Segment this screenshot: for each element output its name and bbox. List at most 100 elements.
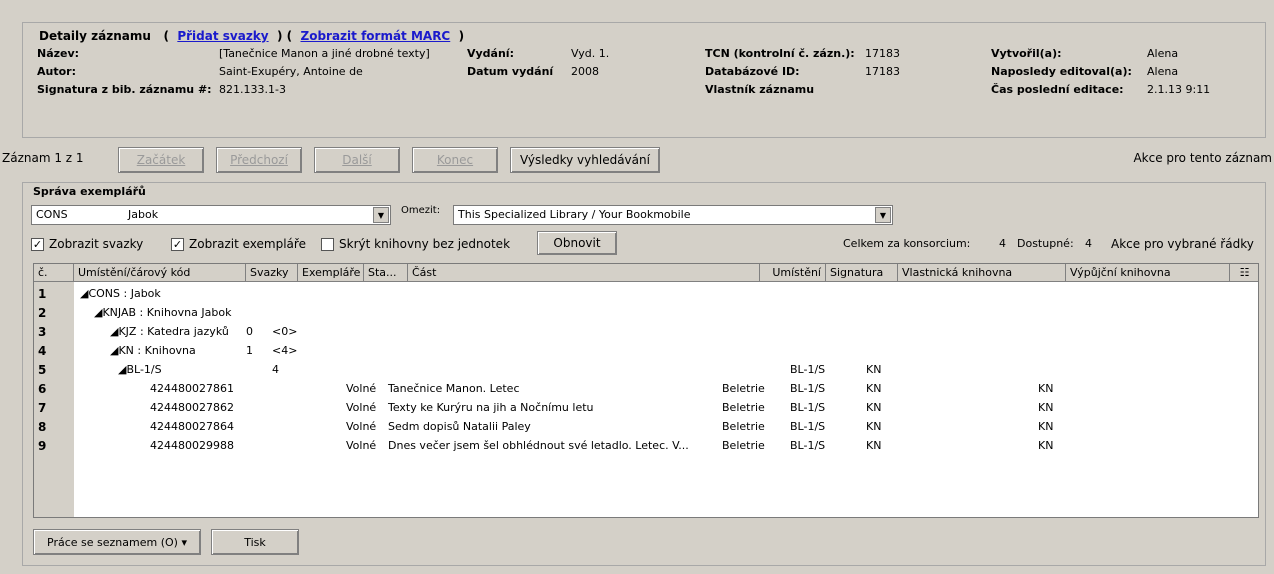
row-number: 1	[38, 287, 47, 301]
show-copies-label: Zobrazit exempláře	[189, 237, 306, 251]
hide-empty-libraries-label: Skrýt knihovny bez jednotek	[339, 237, 511, 251]
chevron-down-icon[interactable]: ▼	[373, 207, 389, 223]
row-location-barcode: ◢KJZ : Katedra jazyků	[110, 325, 229, 338]
org-unit-select[interactable]: CONS Jabok ▼	[31, 205, 391, 225]
col-header-location-barcode[interactable]: Umístění/čárový kód	[74, 264, 246, 282]
items-panel-title: Správa exemplářů	[33, 185, 146, 198]
row-callnumber: BL-1/S	[790, 363, 826, 376]
row-part: Tanečnice Manon. Letec	[388, 382, 520, 395]
details-header: Detaily záznamu ( Přidat svazky ) ( Zobr…	[39, 29, 465, 43]
start-button[interactable]: Začátek	[118, 147, 204, 173]
record-details-panel: Detaily záznamu ( Přidat svazky ) ( Zobr…	[22, 22, 1266, 138]
row-owning-library: KN	[866, 382, 882, 395]
col-header-owning-library[interactable]: Vlastnická knihovna	[898, 264, 1066, 282]
table-row[interactable]: 8 424480027864 Volné Sedm dopisů Natalii Pa…	[34, 417, 1258, 437]
record-count: Záznam 1 z 1	[2, 151, 84, 165]
table-row[interactable]: 5 ◢BL-1/S 4 BL-1/S KN	[34, 360, 1258, 380]
row-number: 4	[38, 344, 47, 358]
col-header-copies[interactable]: Exempláře	[298, 264, 364, 282]
col-header-callnumber[interactable]: Signatura	[826, 264, 898, 282]
table-row[interactable]: 6 424480027861 Volné Tanečnice Manon. Letec…	[34, 379, 1258, 399]
limit-select[interactable]: This Specialized Library / Your Bookmobi…	[453, 205, 893, 225]
row-circ-library: KN	[1038, 439, 1054, 452]
search-results-button[interactable]: Výsledky vyhledávání	[510, 147, 660, 173]
row-number: 9	[38, 439, 47, 453]
row-location-barcode: ◢KN : Knihovna	[110, 344, 196, 357]
refresh-button[interactable]: Obnovit	[537, 231, 617, 255]
print-button[interactable]: Tisk	[211, 529, 299, 555]
next-button[interactable]: Další	[314, 147, 400, 173]
row-location-barcode: 424480027861	[150, 382, 234, 395]
edition-label: Vydání:	[467, 47, 514, 60]
available-value: 4	[1085, 237, 1092, 250]
table-row[interactable]: 3 ◢KJZ : Katedra jazyků 0 <0>	[34, 322, 1258, 342]
pubdate-label: Datum vydání	[467, 65, 554, 78]
column-picker-icon[interactable]: ☷	[1230, 264, 1258, 282]
checkbox-unchecked-icon[interactable]	[321, 237, 334, 251]
edit-time-label: Čas poslední editace:	[991, 83, 1124, 96]
row-status: Volné	[346, 420, 377, 433]
show-copies-checkbox[interactable]: ✓ Zobrazit exempláře	[171, 237, 306, 251]
row-location-barcode: ◢CONS : Jabok	[80, 287, 161, 300]
end-button[interactable]: Konec	[412, 147, 498, 173]
row-callnumber: BL-1/S	[790, 420, 826, 433]
row-volumes: 1	[246, 344, 253, 357]
row-part: Texty ke Kurýru na jih a Nočnímu letu	[388, 401, 594, 414]
row-owning-library: KN	[866, 420, 882, 433]
show-volumes-checkbox[interactable]: ✓ Zobrazit svazky	[31, 237, 143, 251]
row-location-barcode: 424480027862	[150, 401, 234, 414]
created-by-value: Alena	[1147, 47, 1179, 60]
row-circ-library: KN	[1038, 382, 1054, 395]
row-callnumber: BL-1/S	[790, 382, 826, 395]
org-name: Jabok	[128, 208, 159, 221]
show-marc-link[interactable]: Zobrazit formát MARC	[301, 29, 451, 43]
row-number: 6	[38, 382, 47, 396]
col-header-part[interactable]: Část	[408, 264, 760, 282]
col-header-circ-library[interactable]: Výpůjční knihovna	[1066, 264, 1230, 282]
col-header-number[interactable]: č.	[34, 264, 74, 282]
row-callnumber: BL-1/S	[790, 439, 826, 452]
row-shelving: Beletrie	[722, 420, 765, 433]
row-status: Volné	[346, 382, 377, 395]
tcn-label: TCN (kontrolní č. zázn.):	[705, 47, 855, 60]
row-status: Volné	[346, 439, 377, 452]
row-copies: 4	[272, 363, 279, 376]
callnumber-label: Signatura z bib. záznamu #:	[37, 83, 212, 96]
row-number: 2	[38, 306, 47, 320]
author-label: Autor:	[37, 65, 76, 78]
add-volumes-link[interactable]: Přidat svazky	[177, 29, 268, 43]
edited-by-value: Alena	[1147, 65, 1179, 78]
title-label: Název:	[37, 47, 80, 60]
hide-empty-libraries-checkbox[interactable]: Skrýt knihovny bez jednotek	[321, 237, 510, 251]
col-header-status[interactable]: Sta...	[364, 264, 408, 282]
row-volumes: 0	[246, 325, 253, 338]
dbid-value: 17183	[865, 65, 900, 78]
row-number: 8	[38, 420, 47, 434]
available-label: Dostupné:	[1017, 237, 1074, 250]
total-value: 4	[999, 237, 1006, 250]
table-row[interactable]: 7 424480027862 Volné Texty ke Kurýru na jih…	[34, 398, 1258, 418]
col-header-shelving[interactable]: Umístění	[760, 264, 826, 282]
col-header-volumes[interactable]: Svazky	[246, 264, 298, 282]
row-part: Sedm dopisů Natalii Paley	[388, 420, 531, 433]
grid-header: č. Umístění/čárový kód Svazky Exempláře …	[34, 264, 1258, 282]
previous-button[interactable]: Předchozí	[216, 147, 302, 173]
owner-label: Vlastník záznamu	[705, 83, 815, 96]
record-actions-menu[interactable]: Akce pro tento záznam	[1133, 151, 1272, 165]
table-row[interactable]: 9 424480029988 Volné Dnes večer jsem šel ob…	[34, 436, 1258, 456]
checkbox-checked-icon[interactable]: ✓	[171, 237, 184, 251]
table-row[interactable]: 2 ◢KNJAB : Knihovna Jabok	[34, 303, 1258, 323]
table-row[interactable]: 4 ◢KN : Knihovna 1 <4>	[34, 341, 1258, 361]
row-location-barcode: 424480027864	[150, 420, 234, 433]
list-work-label: Práce se seznamem (O)	[47, 535, 178, 549]
title-value: [Tanečnice Manon a jiné drobné texty]	[219, 47, 430, 60]
list-work-menu-button[interactable]: Práce se seznamem (O) ▾	[33, 529, 201, 555]
org-code: CONS	[36, 208, 68, 221]
selected-rows-actions-menu[interactable]: Akce pro vybrané řádky	[1111, 237, 1254, 251]
checkbox-checked-icon[interactable]: ✓	[31, 237, 44, 251]
row-circ-library: KN	[1038, 401, 1054, 414]
table-row[interactable]: 1 ◢CONS : Jabok	[34, 284, 1258, 304]
chevron-down-icon[interactable]: ▼	[875, 207, 891, 223]
dbid-label: Databázové ID:	[705, 65, 800, 78]
row-location-barcode: ◢BL-1/S	[118, 363, 162, 376]
